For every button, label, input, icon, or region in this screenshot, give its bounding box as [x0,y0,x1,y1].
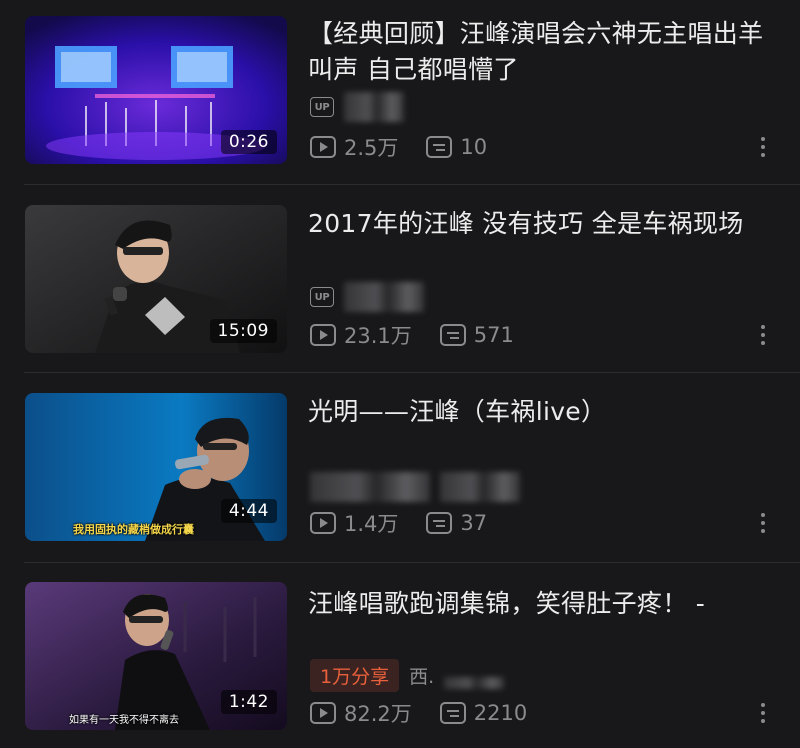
video-card[interactable]: 我用固执的藏梢做成行囊 4:44 光明——汪峰（车祸live） 1.4万 37 [0,378,800,558]
video-stats: 2.5万 10 [310,132,515,162]
video-card[interactable]: 如果有一天我不得不离去 1:42 汪峰唱歌跑调集锦，笑得肚子疼！ - 1万分享 … [0,568,800,748]
more-options-icon[interactable] [756,132,770,162]
danmaku-icon [439,702,466,724]
danmaku-icon [426,512,453,534]
video-card[interactable]: 0:26 【经典回顾】汪峰演唱会六神无主唱出羊叫声 自己都唱懵了 UP 2.5万… [0,0,800,180]
video-duration: 4:44 [220,499,277,523]
play-count-icon [310,324,336,346]
uploader-row[interactable]: UP [310,282,424,312]
up-icon: UP [310,287,334,307]
play-count-icon [310,702,336,724]
divider [24,372,800,373]
video-duration: 1:42 [220,690,277,714]
view-count: 2.5万 [310,132,398,162]
more-options-icon[interactable] [756,508,770,538]
uploader-name-blurred [344,282,424,312]
video-subtitle: 我用固执的藏梢做成行囊 [73,523,194,536]
uploader-row[interactable]: UP [310,92,404,122]
divider [24,562,800,563]
danmaku-count: 2210 [439,701,527,725]
video-title[interactable]: 汪峰唱歌跑调集锦，笑得肚子疼！ - [308,586,776,622]
up-icon: UP [310,97,334,117]
video-title[interactable]: 2017年的汪峰 没有技巧 全是车祸现场 [308,206,776,242]
uploader-name-blurred [344,92,404,122]
danmaku-count: 571 [439,323,514,347]
more-options-icon[interactable] [756,698,770,728]
danmaku-count: 10 [426,135,487,159]
video-thumbnail[interactable]: 15:09 [25,205,287,353]
video-duration: 0:26 [220,130,277,154]
video-thumbnail[interactable]: 如果有一天我不得不离去 1:42 [25,582,287,730]
video-stats: 82.2万 2210 [310,698,555,728]
video-card[interactable]: 15:09 2017年的汪峰 没有技巧 全是车祸现场 UP 23.1万 571 [0,190,800,370]
danmaku-icon [439,324,466,346]
view-count: 1.4万 [310,508,398,538]
view-count: 82.2万 [310,698,412,728]
danmaku-count: 37 [426,511,487,535]
video-duration: 15:09 [209,319,277,343]
video-thumbnail[interactable]: 0:26 [25,16,287,164]
video-title[interactable]: 【经典回顾】汪峰演唱会六神无主唱出羊叫声 自己都唱懵了 [308,16,776,88]
play-count-icon [310,512,336,534]
uploader-row[interactable] [310,472,520,502]
video-stats: 1.4万 37 [310,508,515,538]
uploader-row[interactable]: 1万分享 西. [310,658,505,692]
danmaku-icon [426,136,453,158]
video-stats: 23.1万 571 [310,320,542,350]
more-options-icon[interactable] [756,320,770,350]
uploader-name-blurred [444,677,505,689]
view-count: 23.1万 [310,320,412,350]
uploader-name: 西. [409,665,435,688]
share-count-badge: 1万分享 [310,658,400,692]
video-title[interactable]: 光明——汪峰（车祸live） [308,394,776,430]
uploader-name-blurred [440,472,520,502]
play-count-icon [310,136,336,158]
uploader-name-blurred [310,472,430,502]
video-thumbnail[interactable]: 我用固执的藏梢做成行囊 4:44 [25,393,287,541]
divider [24,184,800,185]
